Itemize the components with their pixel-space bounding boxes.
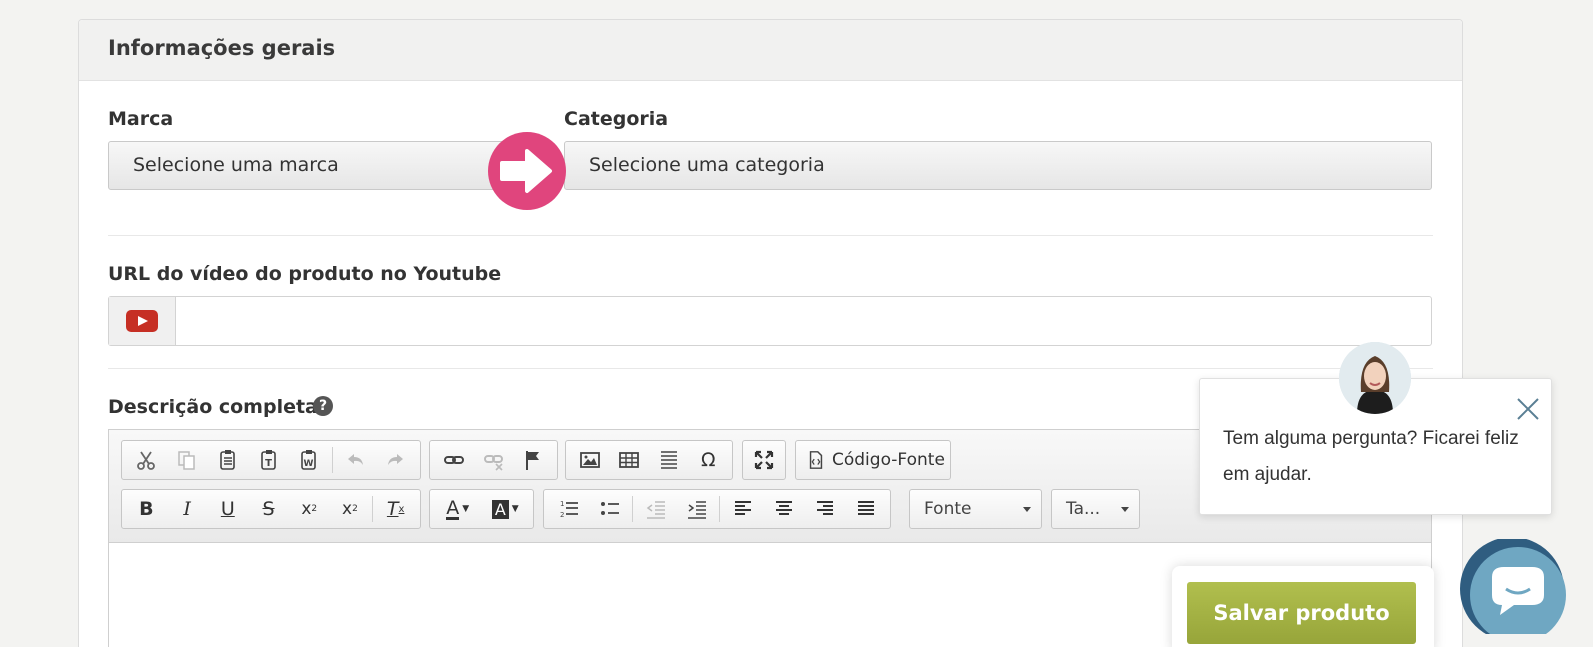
chevron-down-icon xyxy=(1023,507,1031,512)
font-select[interactable]: Fonte xyxy=(909,489,1042,529)
anchor-flag-icon[interactable] xyxy=(513,443,553,477)
size-select[interactable]: Ta... xyxy=(1051,489,1140,529)
panel-header: Informações gerais xyxy=(79,20,1462,81)
underline-icon[interactable]: U xyxy=(207,492,248,526)
align-right-icon[interactable] xyxy=(804,492,845,526)
youtube-addon xyxy=(109,297,176,345)
table-icon[interactable] xyxy=(610,443,650,477)
special-char-icon[interactable]: Ω xyxy=(689,443,729,477)
separator xyxy=(372,496,374,522)
video-url-field[interactable] xyxy=(108,296,1432,346)
help-icon[interactable]: ? xyxy=(313,396,333,416)
size-select-label: Ta... xyxy=(1066,499,1101,519)
maximize-icon[interactable] xyxy=(747,443,781,477)
maximize-group xyxy=(742,440,786,480)
divider xyxy=(108,235,1433,236)
source-code-icon xyxy=(809,451,823,469)
svg-text:W: W xyxy=(304,459,314,469)
paste-text-icon[interactable]: T xyxy=(248,443,289,477)
brand-label: Marca xyxy=(108,108,174,130)
svg-text:1: 1 xyxy=(560,500,564,508)
subscript-icon[interactable]: x2 xyxy=(289,492,330,526)
image-icon[interactable] xyxy=(570,443,610,477)
svg-text:T: T xyxy=(265,458,272,469)
basic-styles-group: B I U S x2 x2 Tx xyxy=(121,489,421,529)
arrow-right-icon xyxy=(488,132,566,210)
source-button-label: Código-Fonte xyxy=(832,450,945,470)
video-url-label: URL do vídeo do produto no Youtube xyxy=(108,263,502,285)
numbered-list-icon[interactable]: 12 xyxy=(548,492,589,526)
text-color-icon[interactable]: A ▼ xyxy=(434,492,482,526)
remove-format-icon[interactable]: Tx xyxy=(375,492,416,526)
bold-icon[interactable]: B xyxy=(126,492,167,526)
link-icon[interactable] xyxy=(434,443,474,477)
category-label: Categoria xyxy=(564,108,669,130)
paste-icon[interactable] xyxy=(207,443,248,477)
strikethrough-icon[interactable]: S xyxy=(248,492,289,526)
insert-group: Ω xyxy=(565,440,733,480)
cut-icon[interactable] xyxy=(126,443,167,477)
align-left-icon[interactable] xyxy=(722,492,763,526)
align-center-icon[interactable] xyxy=(763,492,804,526)
svg-text:2: 2 xyxy=(560,511,564,519)
close-icon[interactable] xyxy=(1514,395,1542,423)
undo-icon[interactable] xyxy=(335,443,376,477)
divider xyxy=(108,368,1433,369)
save-product-button[interactable]: Salvar produto xyxy=(1187,582,1416,644)
paragraph-group: 12 xyxy=(543,489,891,529)
horizontal-rule-icon[interactable] xyxy=(649,443,689,477)
outdent-icon[interactable] xyxy=(635,492,676,526)
separator xyxy=(632,496,633,522)
background-color-icon[interactable]: A ▼ xyxy=(482,492,530,526)
description-label: Descrição completa xyxy=(108,396,318,418)
link-group xyxy=(429,440,558,480)
chat-launcher-button[interactable] xyxy=(1460,537,1568,643)
paste-word-icon[interactable]: W xyxy=(289,443,330,477)
bullet-list-icon[interactable] xyxy=(589,492,630,526)
source-button[interactable]: Código-Fonte xyxy=(795,440,951,480)
align-justify-icon[interactable] xyxy=(845,492,886,526)
panel-title: Informações gerais xyxy=(108,36,336,60)
category-select[interactable]: Selecione uma categoria xyxy=(564,141,1432,190)
unlink-icon[interactable] xyxy=(474,443,514,477)
general-info-panel: Informações gerais Marca Selecione uma m… xyxy=(78,19,1463,647)
separator xyxy=(331,447,333,473)
chat-message: Tem alguma pergunta? Ficarei feliz em aj… xyxy=(1223,428,1519,485)
avatar xyxy=(1339,342,1411,414)
color-group: A ▼ A ▼ xyxy=(429,489,534,529)
italic-icon[interactable]: I xyxy=(167,492,208,526)
brand-select[interactable]: Selecione uma marca xyxy=(108,141,528,190)
clipboard-group: T W xyxy=(121,440,421,480)
redo-icon[interactable] xyxy=(375,443,416,477)
save-bar: Salvar produto xyxy=(1172,566,1434,647)
youtube-icon xyxy=(126,310,158,332)
font-select-label: Fonte xyxy=(924,499,972,519)
copy-icon[interactable] xyxy=(167,443,208,477)
separator xyxy=(719,496,720,522)
indent-icon[interactable] xyxy=(676,492,717,526)
chevron-down-icon xyxy=(1121,507,1129,512)
superscript-icon[interactable]: x2 xyxy=(330,492,371,526)
